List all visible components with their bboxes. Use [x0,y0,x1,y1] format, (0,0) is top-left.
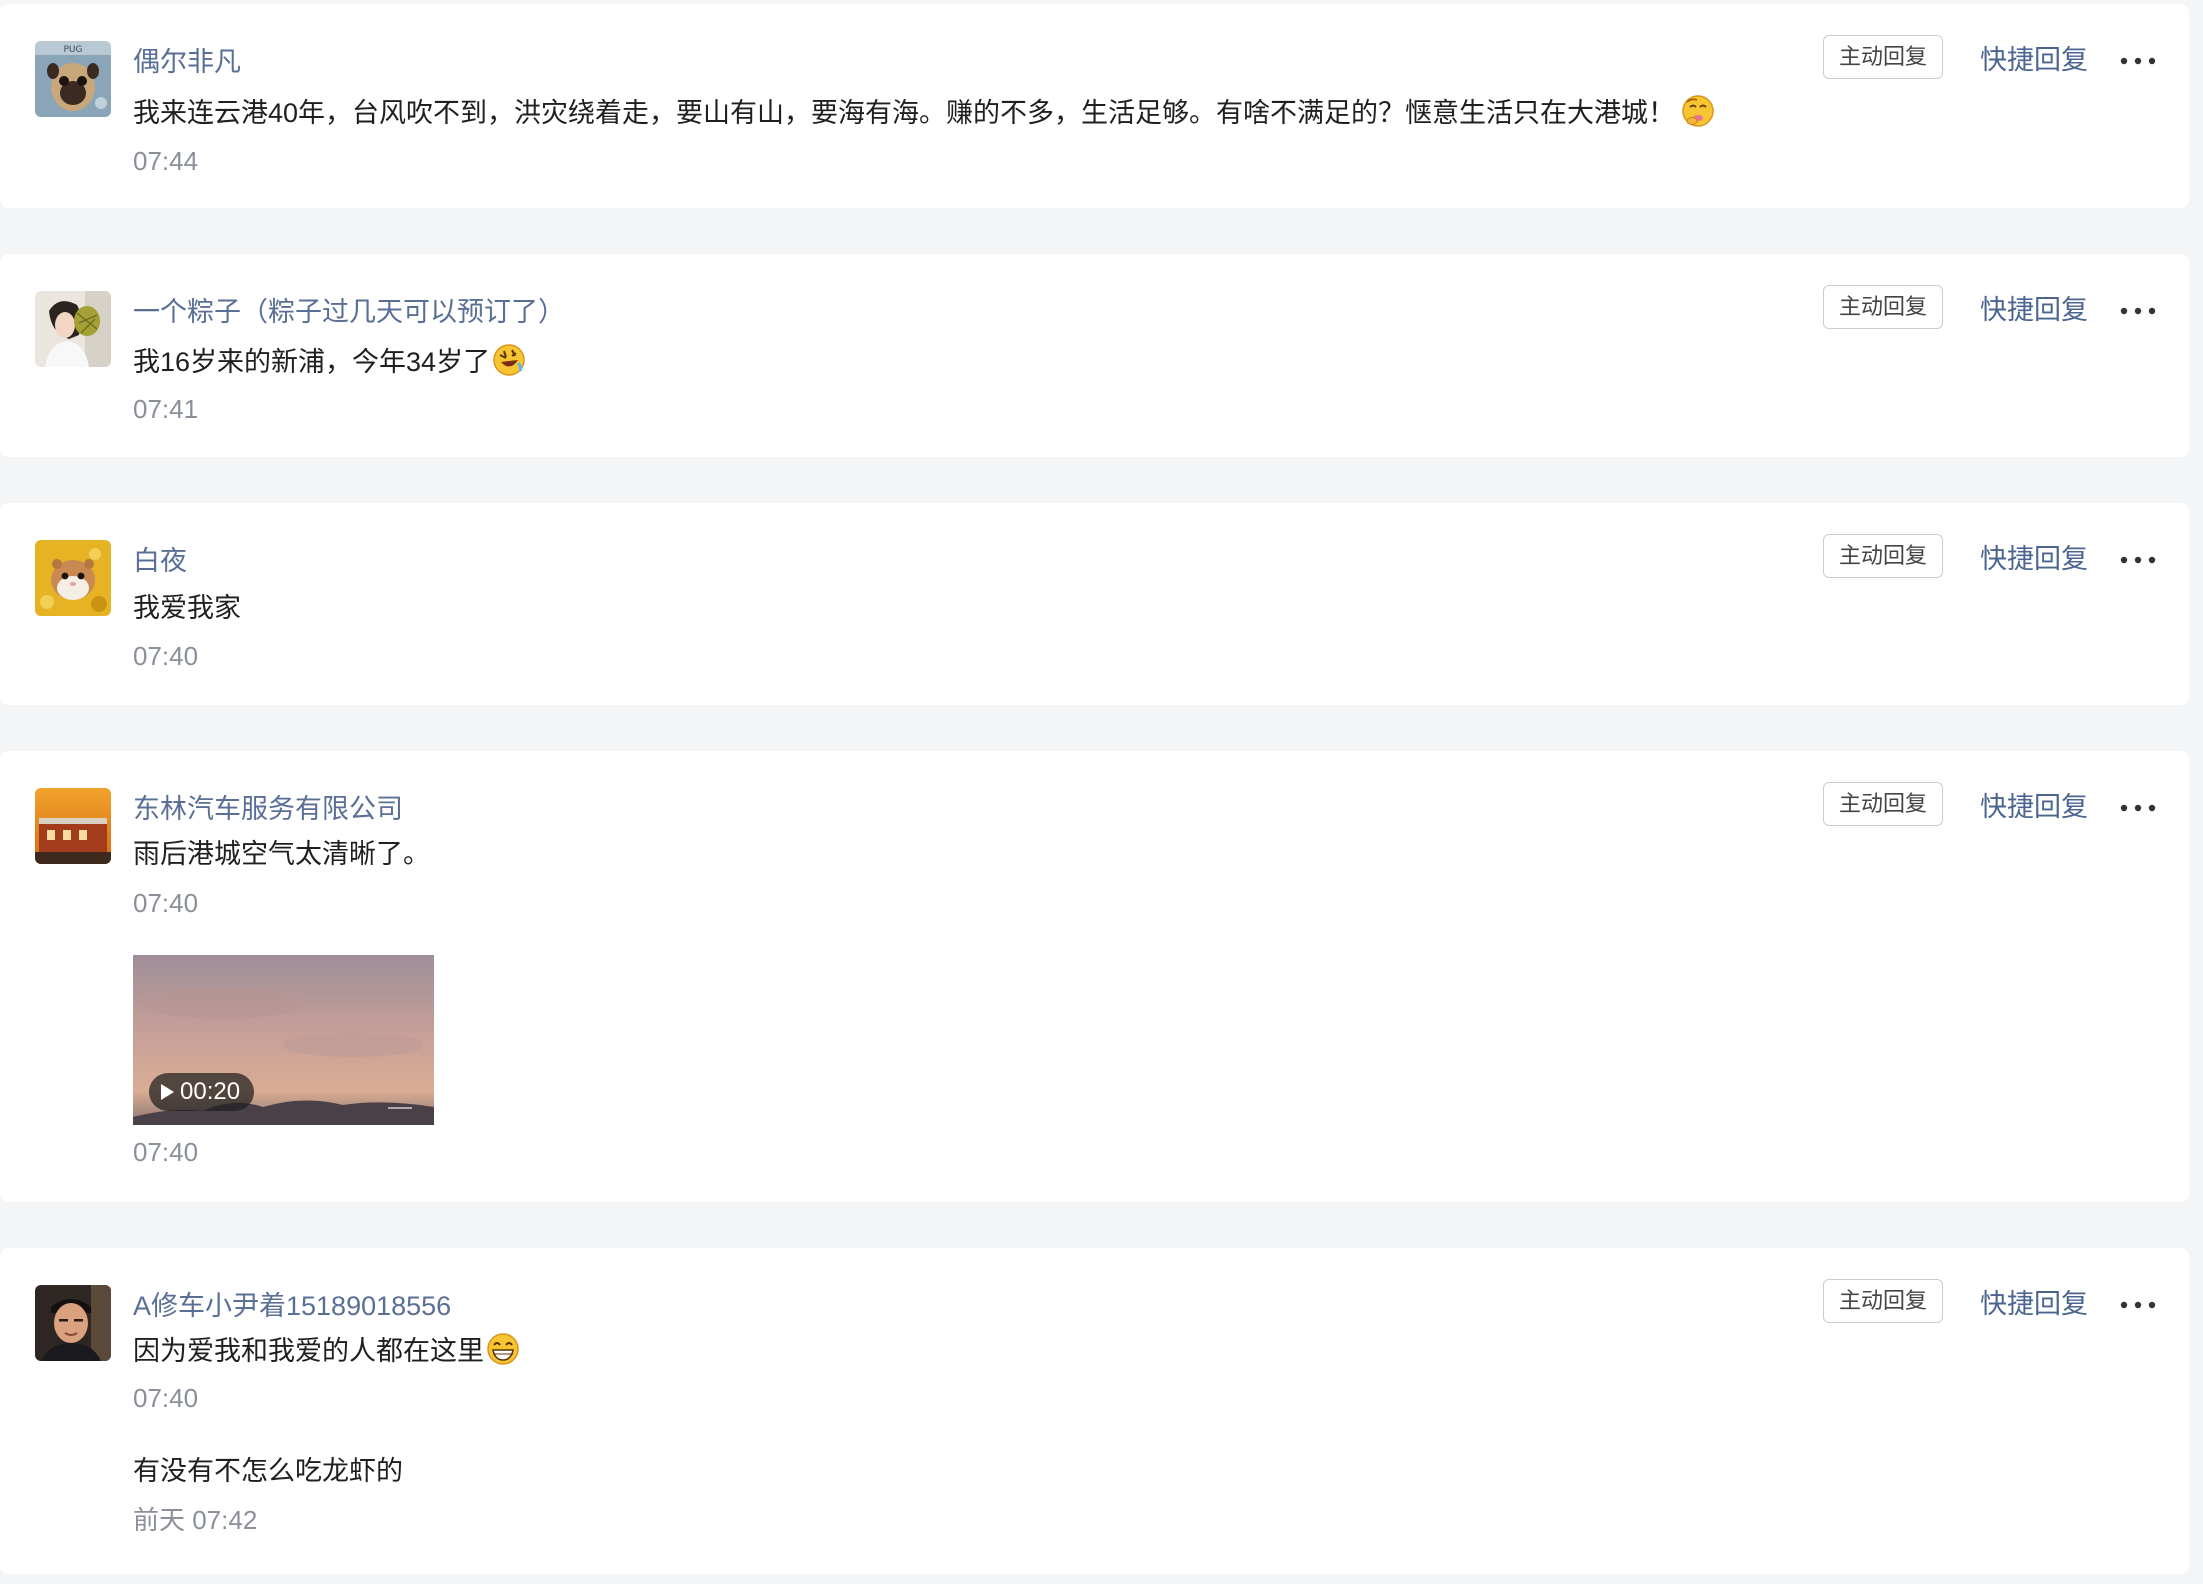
avatar[interactable] [35,788,111,864]
avatar[interactable]: PUG [35,41,111,117]
user-name[interactable]: 偶尔非凡 [133,44,241,80]
rolling-laugh-emoji-icon [492,343,526,377]
comment-time: 07:41 [133,394,199,424]
building-avatar-image [35,788,111,864]
quick-reply-button[interactable]: 快捷回复 [1980,541,2088,577]
comment-text-content: 因为爱我和我爱的人都在这里 [133,1336,484,1366]
pug-avatar-image: PUG [35,41,111,117]
comment-text: 我来连云港40年，台风吹不到，洪灾绕着走，要山有山，要海有海。赚的不多，生活足够… [133,94,1715,131]
comment-time: 前天 07:42 [133,1505,258,1535]
man-avatar-image [35,1285,111,1361]
more-icon[interactable] [2118,296,2158,326]
active-reply-button[interactable]: 主动回复 [1823,782,1943,826]
video-duration: 00:20 [180,1078,241,1105]
play-icon [161,1084,174,1100]
quick-reply-button[interactable]: 快捷回复 [1980,1286,2088,1322]
svg-text:PUG: PUG [64,45,83,55]
avatar[interactable] [35,291,111,367]
woman-avatar-image [35,291,111,367]
comment-card: A修车小尹着15189018556 因为爱我和我爱的人都在这里 07:40 有没… [0,1248,2189,1574]
more-icon[interactable] [2118,1290,2158,1320]
watermark [388,1107,412,1117]
quick-reply-button[interactable]: 快捷回复 [1980,42,2088,78]
comment-text: 雨后港城空气太清晰了。 [133,839,430,869]
comment-card: PUG 偶尔非凡 我来连云港40年，台风吹不到，洪灾绕着走，要山有山，要海有海。… [0,4,2189,208]
comment-text-content: 我来连云港40年，台风吹不到，洪灾绕着走，要山有山，要海有海。赚的不多，生活足够… [133,98,1676,128]
comment-text: 我爱我家 [133,593,241,623]
comment-time: 07:40 [133,641,199,671]
video-thumbnail[interactable]: 00:20 [133,955,434,1125]
active-reply-button[interactable]: 主动回复 [1823,534,1943,578]
quick-reply-button[interactable]: 快捷回复 [1980,789,2088,825]
smirk-shush-emoji-icon [1681,94,1715,128]
comment-text: 有没有不怎么吃龙虾的 [133,1456,403,1486]
comment-time: 07:44 [133,146,199,176]
more-icon[interactable] [2118,46,2158,76]
active-reply-button[interactable]: 主动回复 [1823,1279,1943,1323]
comment-text-content: 我16岁来的新浦，今年34岁了 [133,347,491,377]
more-icon[interactable] [2118,545,2158,575]
quick-reply-button[interactable]: 快捷回复 [1980,292,2088,328]
video-time: 07:40 [133,1137,199,1167]
user-name[interactable]: 白夜 [133,543,187,579]
active-reply-button[interactable]: 主动回复 [1823,35,1943,79]
avatar[interactable] [35,1285,111,1361]
user-name[interactable]: A修车小尹着15189018556 [133,1288,451,1324]
grin-emoji-icon [486,1332,520,1366]
user-name[interactable]: 东林汽车服务有限公司 [133,791,403,827]
comment-card: 东林汽车服务有限公司 雨后港城空气太清晰了。 07:40 00:20 07:40… [0,751,2189,1202]
comment-card: 一个粽子（粽子过几天可以预订了） 我16岁来的新浦，今年34岁了 07:41 主… [0,254,2189,457]
comment-text: 我16岁来的新浦，今年34岁了 [133,343,526,380]
play-badge[interactable]: 00:20 [149,1073,255,1111]
more-icon[interactable] [2118,793,2158,823]
hamster-avatar-image [35,540,111,616]
comment-time: 07:40 [133,888,199,918]
user-name[interactable]: 一个粽子（粽子过几天可以预订了） [133,294,565,330]
comment-list: PUG 偶尔非凡 我来连云港40年，台风吹不到，洪灾绕着走，要山有山，要海有海。… [0,0,2203,1584]
comment-time: 07:40 [133,1383,199,1413]
comment-card: 白夜 我爱我家 07:40 主动回复 快捷回复 [0,503,2189,705]
comment-text: 因为爱我和我爱的人都在这里 [133,1332,520,1369]
active-reply-button[interactable]: 主动回复 [1823,285,1943,329]
avatar[interactable] [35,540,111,616]
